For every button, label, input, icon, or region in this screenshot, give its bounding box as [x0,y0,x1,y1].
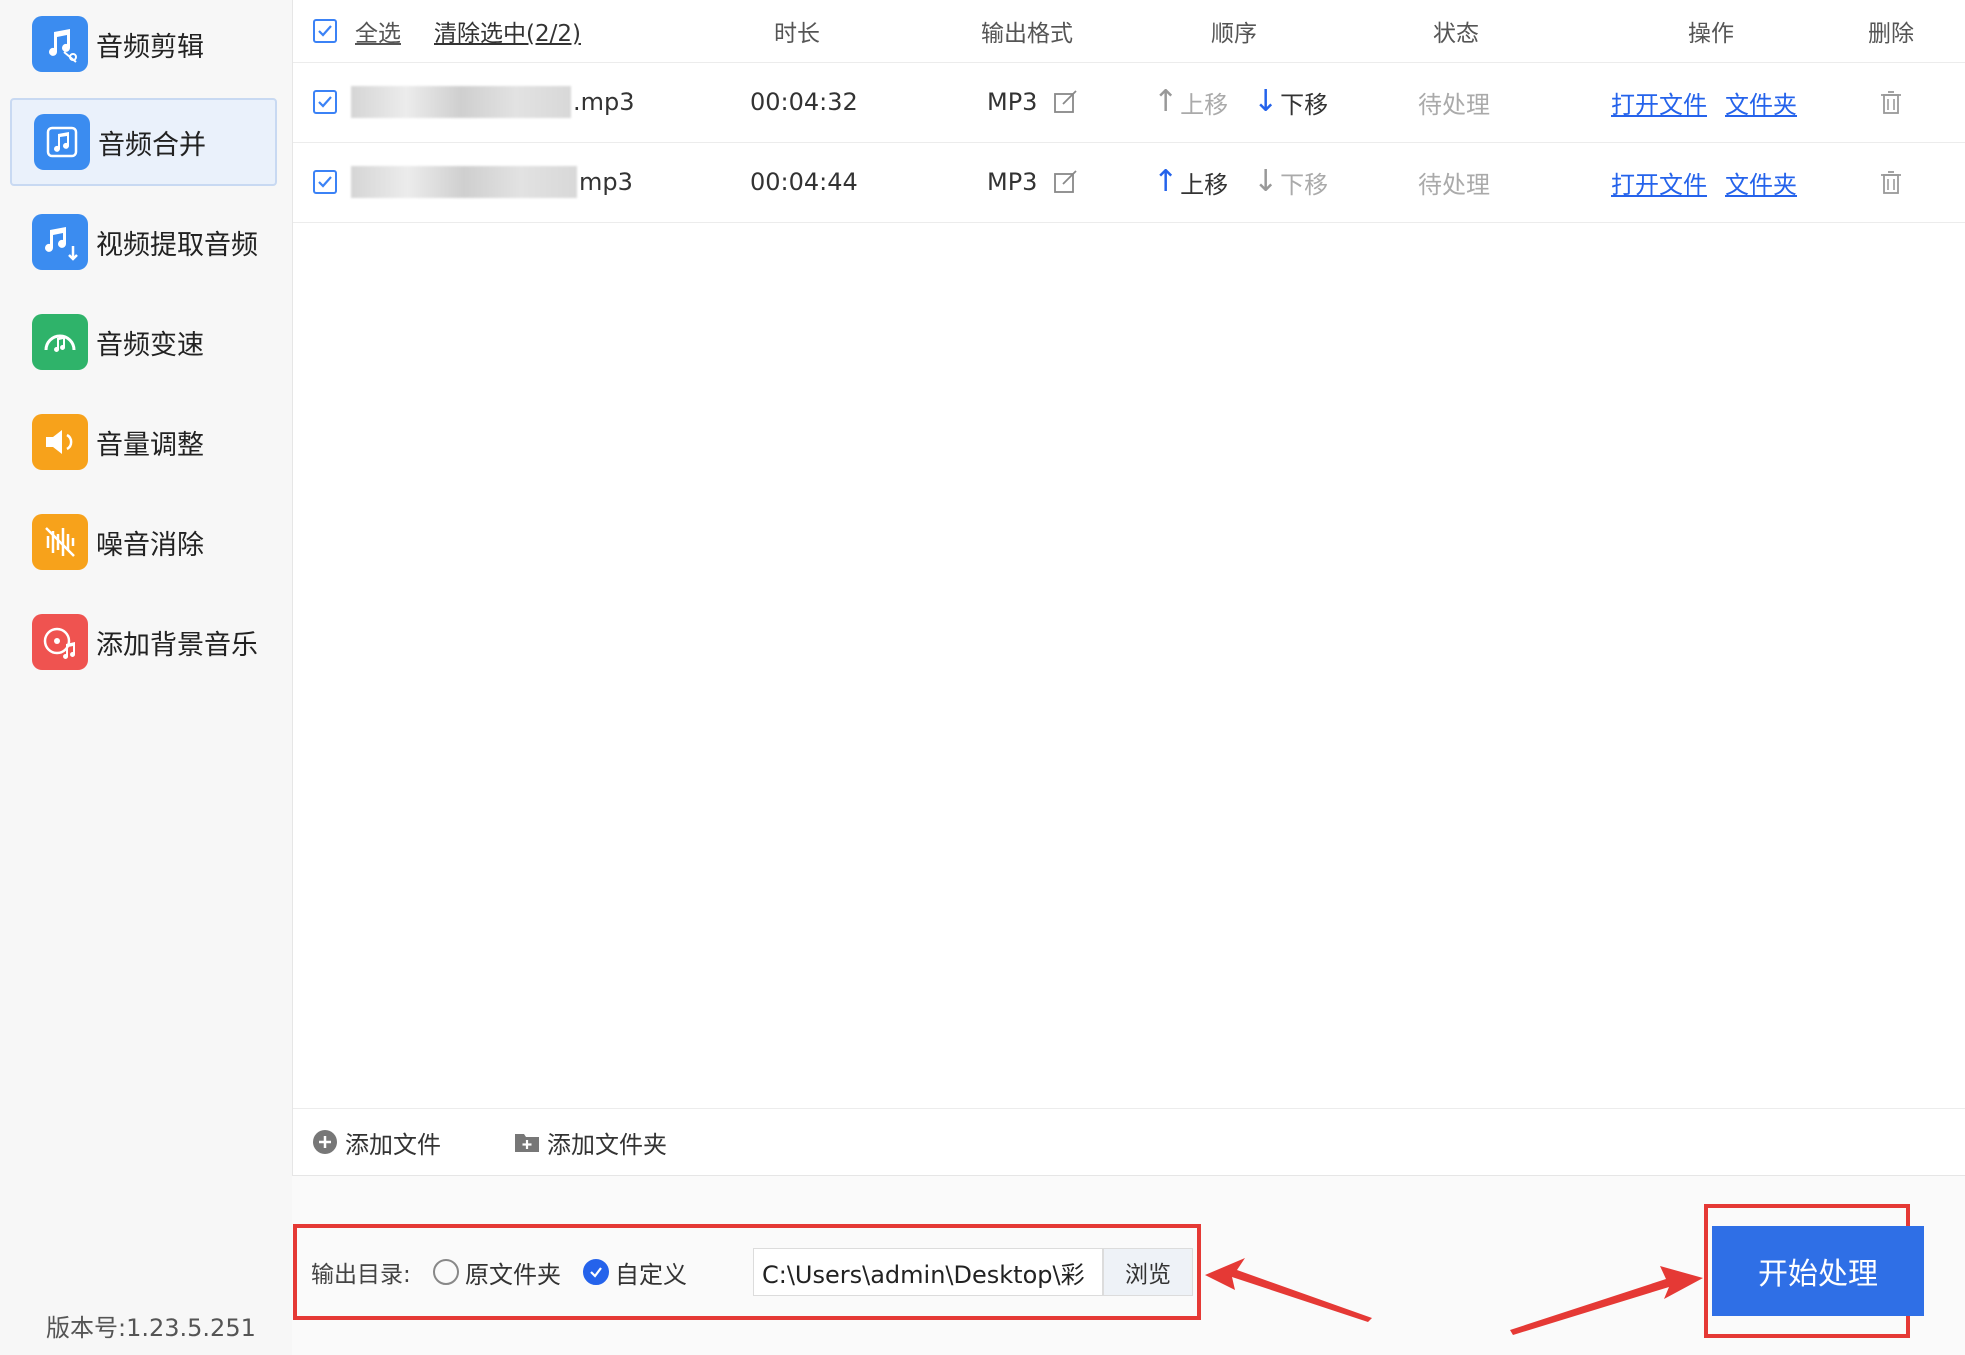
open-folder-link[interactable]: 文件夹 [1725,62,1797,142]
start-processing-button[interactable]: 开始处理 [1712,1226,1924,1316]
sidebar-item-label: 噪音消除 [96,529,204,561]
speaker-icon [32,414,88,470]
sidebar-item-label: 音频剪辑 [96,31,204,63]
disc-music-icon [32,614,88,670]
file-name: .mp3 [351,62,635,142]
select-all-checkbox[interactable] [313,0,337,62]
sidebar-item-add-bgm[interactable]: 添加背景音乐 [10,598,277,686]
select-all-link[interactable]: 全选 [355,0,401,62]
sidebar-item-label: 视频提取音频 [96,229,258,261]
output-directory-label: 输出目录: [311,1262,411,1288]
file-status: 待处理 [1418,90,1490,119]
browse-button[interactable]: 浏览 [1103,1248,1193,1296]
row-checkbox[interactable] [313,142,337,222]
arrow-up-icon: ↑ [1153,164,1179,199]
move-down-button[interactable]: ↓ 下移 [1253,142,1328,222]
file-duration: 00:04:32 [750,88,858,116]
move-up-button[interactable]: ↑ 上移 [1153,62,1228,142]
sidebar-item-extract-audio[interactable]: 视频提取音频 [10,198,277,286]
sidebar-item-audio-speed[interactable]: 音频变速 [10,298,277,386]
edit-icon[interactable] [1051,88,1079,116]
blurred-filename [351,86,571,118]
table-header: 全选 清除选中(2/2) 时长 输出格式 顺序 状态 操作 删除 [293,0,1965,63]
output-format[interactable]: MP3 [987,62,1079,142]
music-download-icon [32,214,88,270]
column-delete: 删除 [1868,21,1914,47]
output-format[interactable]: MP3 [987,142,1079,222]
move-down-button[interactable]: ↓ 下移 [1253,62,1328,142]
radio-icon [433,1259,459,1285]
radio-custom[interactable]: 自定义 [583,1228,687,1316]
column-order: 顺序 [1211,21,1257,47]
table-row: mp3 00:04:44 MP3 ↑ 上移 ↓ 下移 待处理 打开文件 文件夹 [293,142,1965,223]
clear-selected-link[interactable]: 清除选中(2/2) [434,0,581,62]
music-scissors-icon [32,16,88,72]
sidebar-item-label: 音频合并 [98,129,206,161]
arrow-down-icon: ↓ [1253,164,1279,199]
trash-icon[interactable] [1877,142,1905,222]
add-folder-button[interactable]: 添加文件夹 [513,1109,667,1175]
column-format: 输出格式 [981,21,1073,47]
sidebar-item-noise-removal[interactable]: 噪音消除 [10,498,277,586]
radio-checked-icon [583,1259,609,1285]
add-file-button[interactable]: 添加文件 [311,1109,441,1175]
file-duration: 00:04:44 [750,168,858,196]
column-actions: 操作 [1688,21,1734,47]
sidebar-item-label: 音频变速 [96,329,204,361]
file-list-panel: 全选 清除选中(2/2) 时长 输出格式 顺序 状态 操作 删除 .mp3 00… [292,0,1965,1176]
blurred-filename [351,166,577,198]
open-file-link[interactable]: 打开文件 [1611,62,1707,142]
sidebar: 音频剪辑 音频合并 视频提取音频 音频变速 音量调整 噪音消除 添加背景音乐 版… [0,0,292,1355]
file-status: 待处理 [1418,170,1490,199]
sidebar-item-audio-cut[interactable]: 音频剪辑 [10,0,277,88]
arrow-annotation-left [1205,1258,1372,1322]
sidebar-item-volume-adjust[interactable]: 音量调整 [10,398,277,486]
noise-wave-icon [32,514,88,570]
radio-original-folder[interactable]: 原文件夹 [433,1228,561,1316]
column-status: 状态 [1433,21,1479,47]
music-note-icon [34,114,90,170]
column-duration: 时长 [774,21,820,47]
output-directory-bar: 输出目录: 原文件夹 自定义 浏览 [293,1224,1201,1320]
sidebar-item-label: 音量调整 [96,429,204,461]
folder-plus-icon [515,1134,539,1152]
sidebar-item-label: 添加背景音乐 [96,629,258,661]
speedometer-icon [32,314,88,370]
edit-icon[interactable] [1051,168,1079,196]
trash-icon[interactable] [1877,62,1905,142]
arrow-annotation-right [1510,1266,1703,1335]
arrow-down-icon: ↓ [1253,84,1279,119]
plus-circle-icon [313,1130,337,1154]
open-folder-link[interactable]: 文件夹 [1725,142,1797,222]
output-path-input[interactable] [753,1248,1103,1296]
version-label: 版本号:1.23.5.251 [46,1314,256,1342]
table-row: .mp3 00:04:32 MP3 ↑ 上移 ↓ 下移 待处理 打开文件 文件夹 [293,62,1965,143]
open-file-link[interactable]: 打开文件 [1611,142,1707,222]
move-up-button[interactable]: ↑ 上移 [1153,142,1228,222]
arrow-up-icon: ↑ [1153,84,1179,119]
file-name: mp3 [351,142,633,222]
sidebar-item-audio-merge[interactable]: 音频合并 [10,98,277,186]
add-file-bar: 添加文件 添加文件夹 [293,1108,1965,1175]
row-checkbox[interactable] [313,62,337,142]
app-window: 音频剪辑 音频合并 视频提取音频 音频变速 音量调整 噪音消除 添加背景音乐 版… [0,0,1965,1355]
